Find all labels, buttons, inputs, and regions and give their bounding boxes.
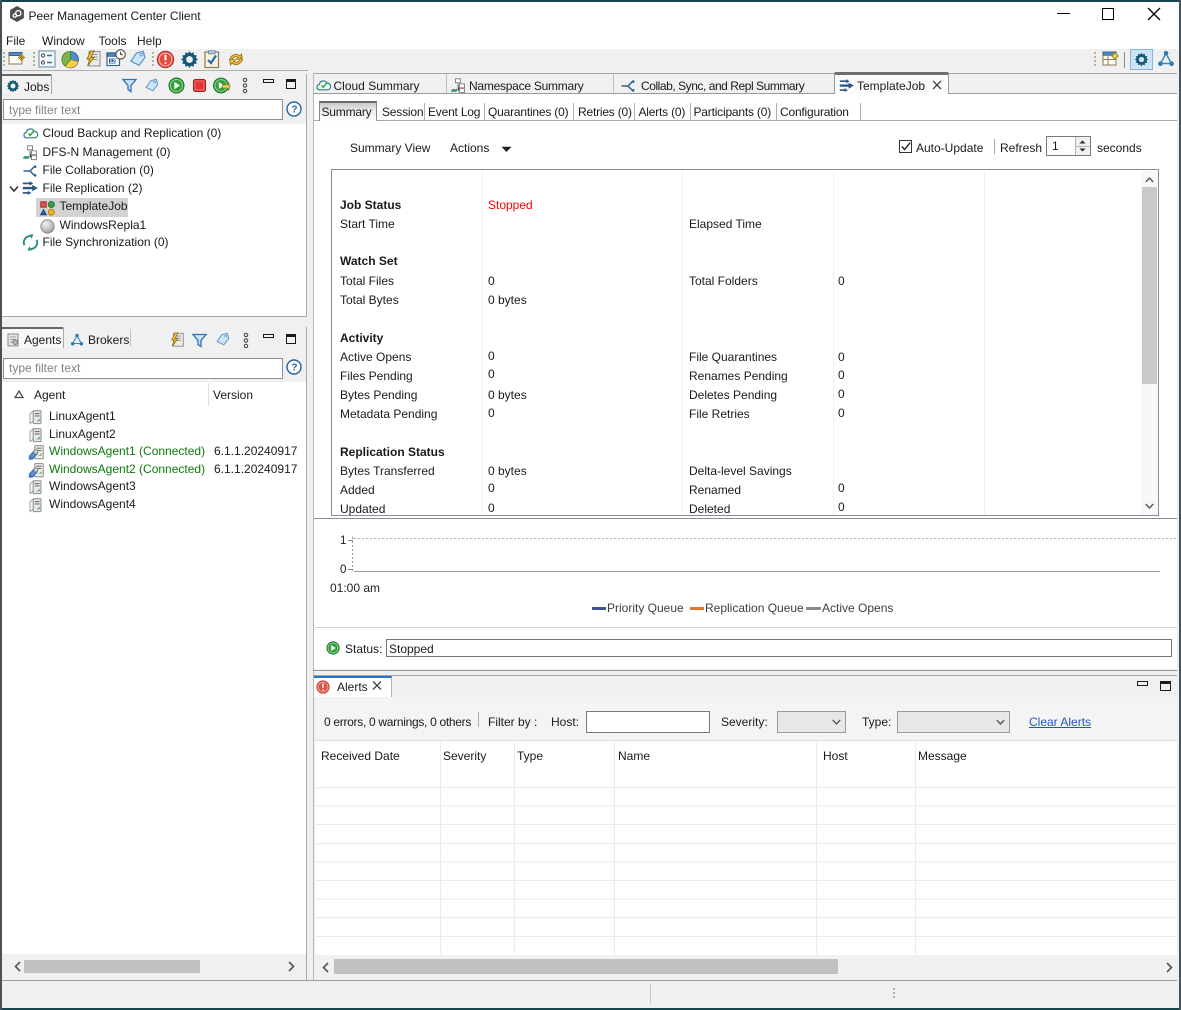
svg-text:?: ? [291,105,297,116]
svg-text:?: ? [291,363,297,374]
svg-text:12: 12 [110,59,116,65]
